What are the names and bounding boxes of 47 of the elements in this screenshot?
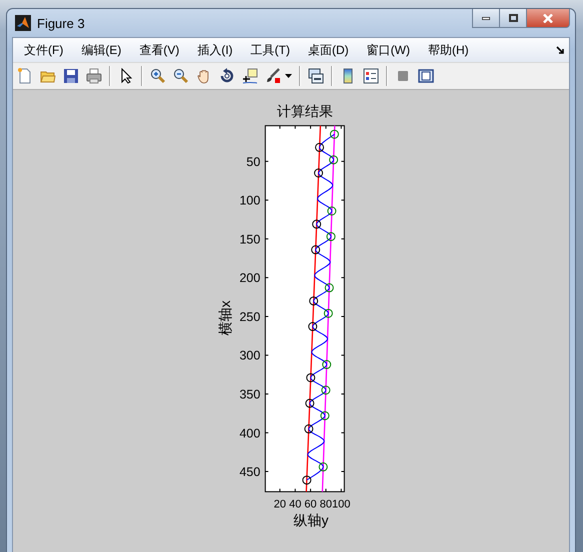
caret-icon[interactable] (285, 74, 292, 78)
save-icon[interactable] (63, 68, 79, 84)
rotate-icon[interactable] (219, 68, 235, 84)
close-button[interactable] (527, 9, 570, 28)
tick-label: 60 (304, 498, 317, 511)
square-icon[interactable] (395, 68, 411, 84)
chart-title: 计算结果 (276, 103, 333, 119)
tick-label: 150 (239, 232, 260, 246)
tick-label: 250 (239, 310, 260, 324)
menu-item[interactable]: 查看(V) (130, 42, 188, 58)
maximize-icon (508, 14, 518, 22)
minimize-icon (482, 16, 490, 20)
data-cursor-icon[interactable] (242, 68, 258, 84)
close-icon (543, 14, 553, 22)
dock-arrow-icon[interactable] (556, 46, 565, 55)
tick-label: 40 (289, 498, 302, 511)
menu-item[interactable]: 工具(T) (242, 42, 299, 58)
axis-label: 横轴x (217, 300, 233, 336)
menu-item[interactable]: 编辑(E) (72, 42, 130, 58)
tick-label: 100 (332, 498, 350, 511)
tick-label: 450 (239, 465, 260, 480)
minimize-button[interactable] (472, 9, 500, 28)
menu-item[interactable]: 窗口(W) (358, 42, 419, 58)
menu-item[interactable]: 桌面(D) (298, 42, 358, 58)
new-file-icon[interactable] (17, 68, 33, 84)
zoom-out-icon[interactable] (173, 68, 189, 84)
legend-icon[interactable] (363, 68, 379, 84)
printer-icon[interactable] (86, 68, 102, 84)
tick-label: 20 (274, 498, 286, 511)
brush-icon[interactable] (265, 68, 281, 84)
zoom-in-icon[interactable] (150, 68, 166, 84)
app-logo-icon (15, 15, 31, 31)
tick-label: 50 (246, 154, 260, 169)
panel-icon[interactable] (418, 68, 434, 84)
tick-label: 200 (239, 271, 260, 286)
tick-label: 100 (239, 194, 260, 208)
menu-item[interactable]: 插入(I) (188, 42, 242, 58)
menu-item[interactable]: 文件(F) (15, 42, 72, 58)
tick-label: 80 (320, 498, 332, 511)
linked-windows-icon[interactable] (308, 68, 324, 84)
tick-label: 400 (239, 426, 260, 440)
window-title: Figure 3 (37, 16, 85, 30)
tick-label: 350 (239, 388, 260, 402)
tick-label: 300 (239, 348, 260, 363)
axis-label: 纵轴y (294, 512, 328, 528)
menu-item[interactable]: 帮助(H) (418, 42, 478, 58)
maximize-button[interactable] (500, 9, 527, 28)
